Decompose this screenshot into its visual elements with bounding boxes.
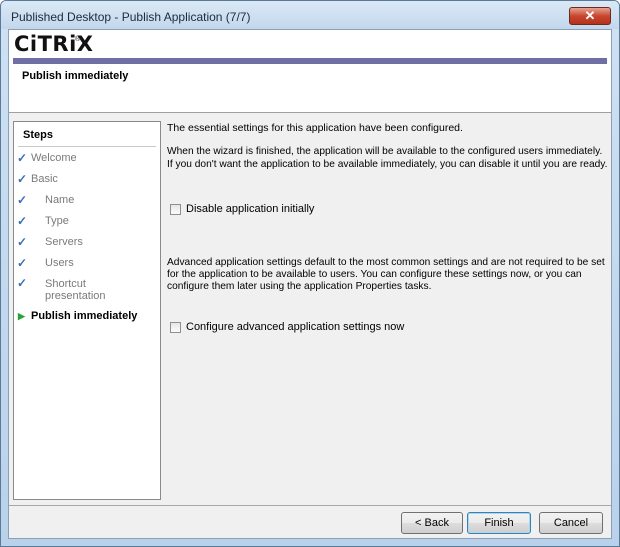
wizard-header: CiTRiX ® Publish immediately <box>9 30 611 113</box>
steps-panel: Steps ✓ Welcome ✓ Basic ✓ Name ✓ Type ✓ … <box>13 121 161 500</box>
step-welcome: ✓ Welcome <box>17 151 77 165</box>
registered-mark: ® <box>75 36 81 43</box>
steps-title: Steps <box>23 129 53 141</box>
header-accent-bar <box>13 58 607 64</box>
step-shortcut-presentation: ✓ Shortcut presentation <box>17 277 106 302</box>
step-label: Publish immediately <box>31 310 138 322</box>
window-title: Published Desktop - Publish Application … <box>11 10 251 24</box>
checkmark-icon: ✓ <box>17 214 28 228</box>
configure-advanced-label[interactable]: Configure advanced application settings … <box>186 321 404 333</box>
disable-application-label[interactable]: Disable application initially <box>186 203 314 215</box>
advanced-text-line2: for the application to be available to u… <box>167 269 582 280</box>
checkmark-icon: ✓ <box>17 193 28 207</box>
close-icon: ✕ <box>584 8 596 23</box>
step-label: Basic <box>31 173 58 185</box>
wizard-window: Published Desktop - Publish Application … <box>0 0 620 547</box>
finish-button[interactable]: Finish <box>467 512 531 534</box>
step-label: Welcome <box>31 152 77 164</box>
footer-divider <box>9 505 611 506</box>
advanced-text-line1: Advanced application settings default to… <box>167 257 605 268</box>
cancel-button[interactable]: Cancel <box>539 512 603 534</box>
step-label: Type <box>45 215 69 227</box>
wizard-content: CiTRiX ® Publish immediately Steps ✓ Wel… <box>8 29 612 539</box>
citrix-logo: CiTRiX <box>14 32 94 56</box>
step-label: Name <box>45 194 75 206</box>
step-users: ✓ Users <box>17 256 74 270</box>
checkmark-icon: ✓ <box>17 276 28 290</box>
step-label: Servers <box>45 236 83 248</box>
checkmark-icon: ✓ <box>17 172 28 186</box>
info-text-line2: If you don't want the application to be … <box>167 159 608 170</box>
step-basic: ✓ Basic <box>17 172 58 186</box>
info-text-line1: When the wizard is finished, the applica… <box>167 146 603 157</box>
close-button[interactable]: ✕ <box>569 7 611 25</box>
step-label: Users <box>45 257 74 269</box>
steps-divider <box>18 146 156 147</box>
step-servers: ✓ Servers <box>17 235 83 249</box>
checkmark-icon: ✓ <box>17 256 28 270</box>
step-publish-immediately: ▶ Publish immediately <box>18 310 138 322</box>
back-button[interactable]: < Back <box>401 512 463 534</box>
intro-text: The essential settings for this applicat… <box>167 122 463 134</box>
current-step-arrow-icon: ▶ <box>18 311 25 321</box>
page-title: Publish immediately <box>22 70 129 82</box>
title-bar: Published Desktop - Publish Application … <box>1 1 619 29</box>
step-label-line2: presentation <box>45 290 106 302</box>
disable-application-checkbox[interactable] <box>170 204 181 215</box>
step-label: Shortcut <box>45 278 86 290</box>
step-type: ✓ Type <box>17 214 69 228</box>
advanced-text-line3: configure them later using the applicati… <box>167 281 432 292</box>
configure-advanced-checkbox[interactable] <box>170 322 181 333</box>
checkmark-icon: ✓ <box>17 235 28 249</box>
checkmark-icon: ✓ <box>17 151 28 165</box>
step-name: ✓ Name <box>17 193 75 207</box>
